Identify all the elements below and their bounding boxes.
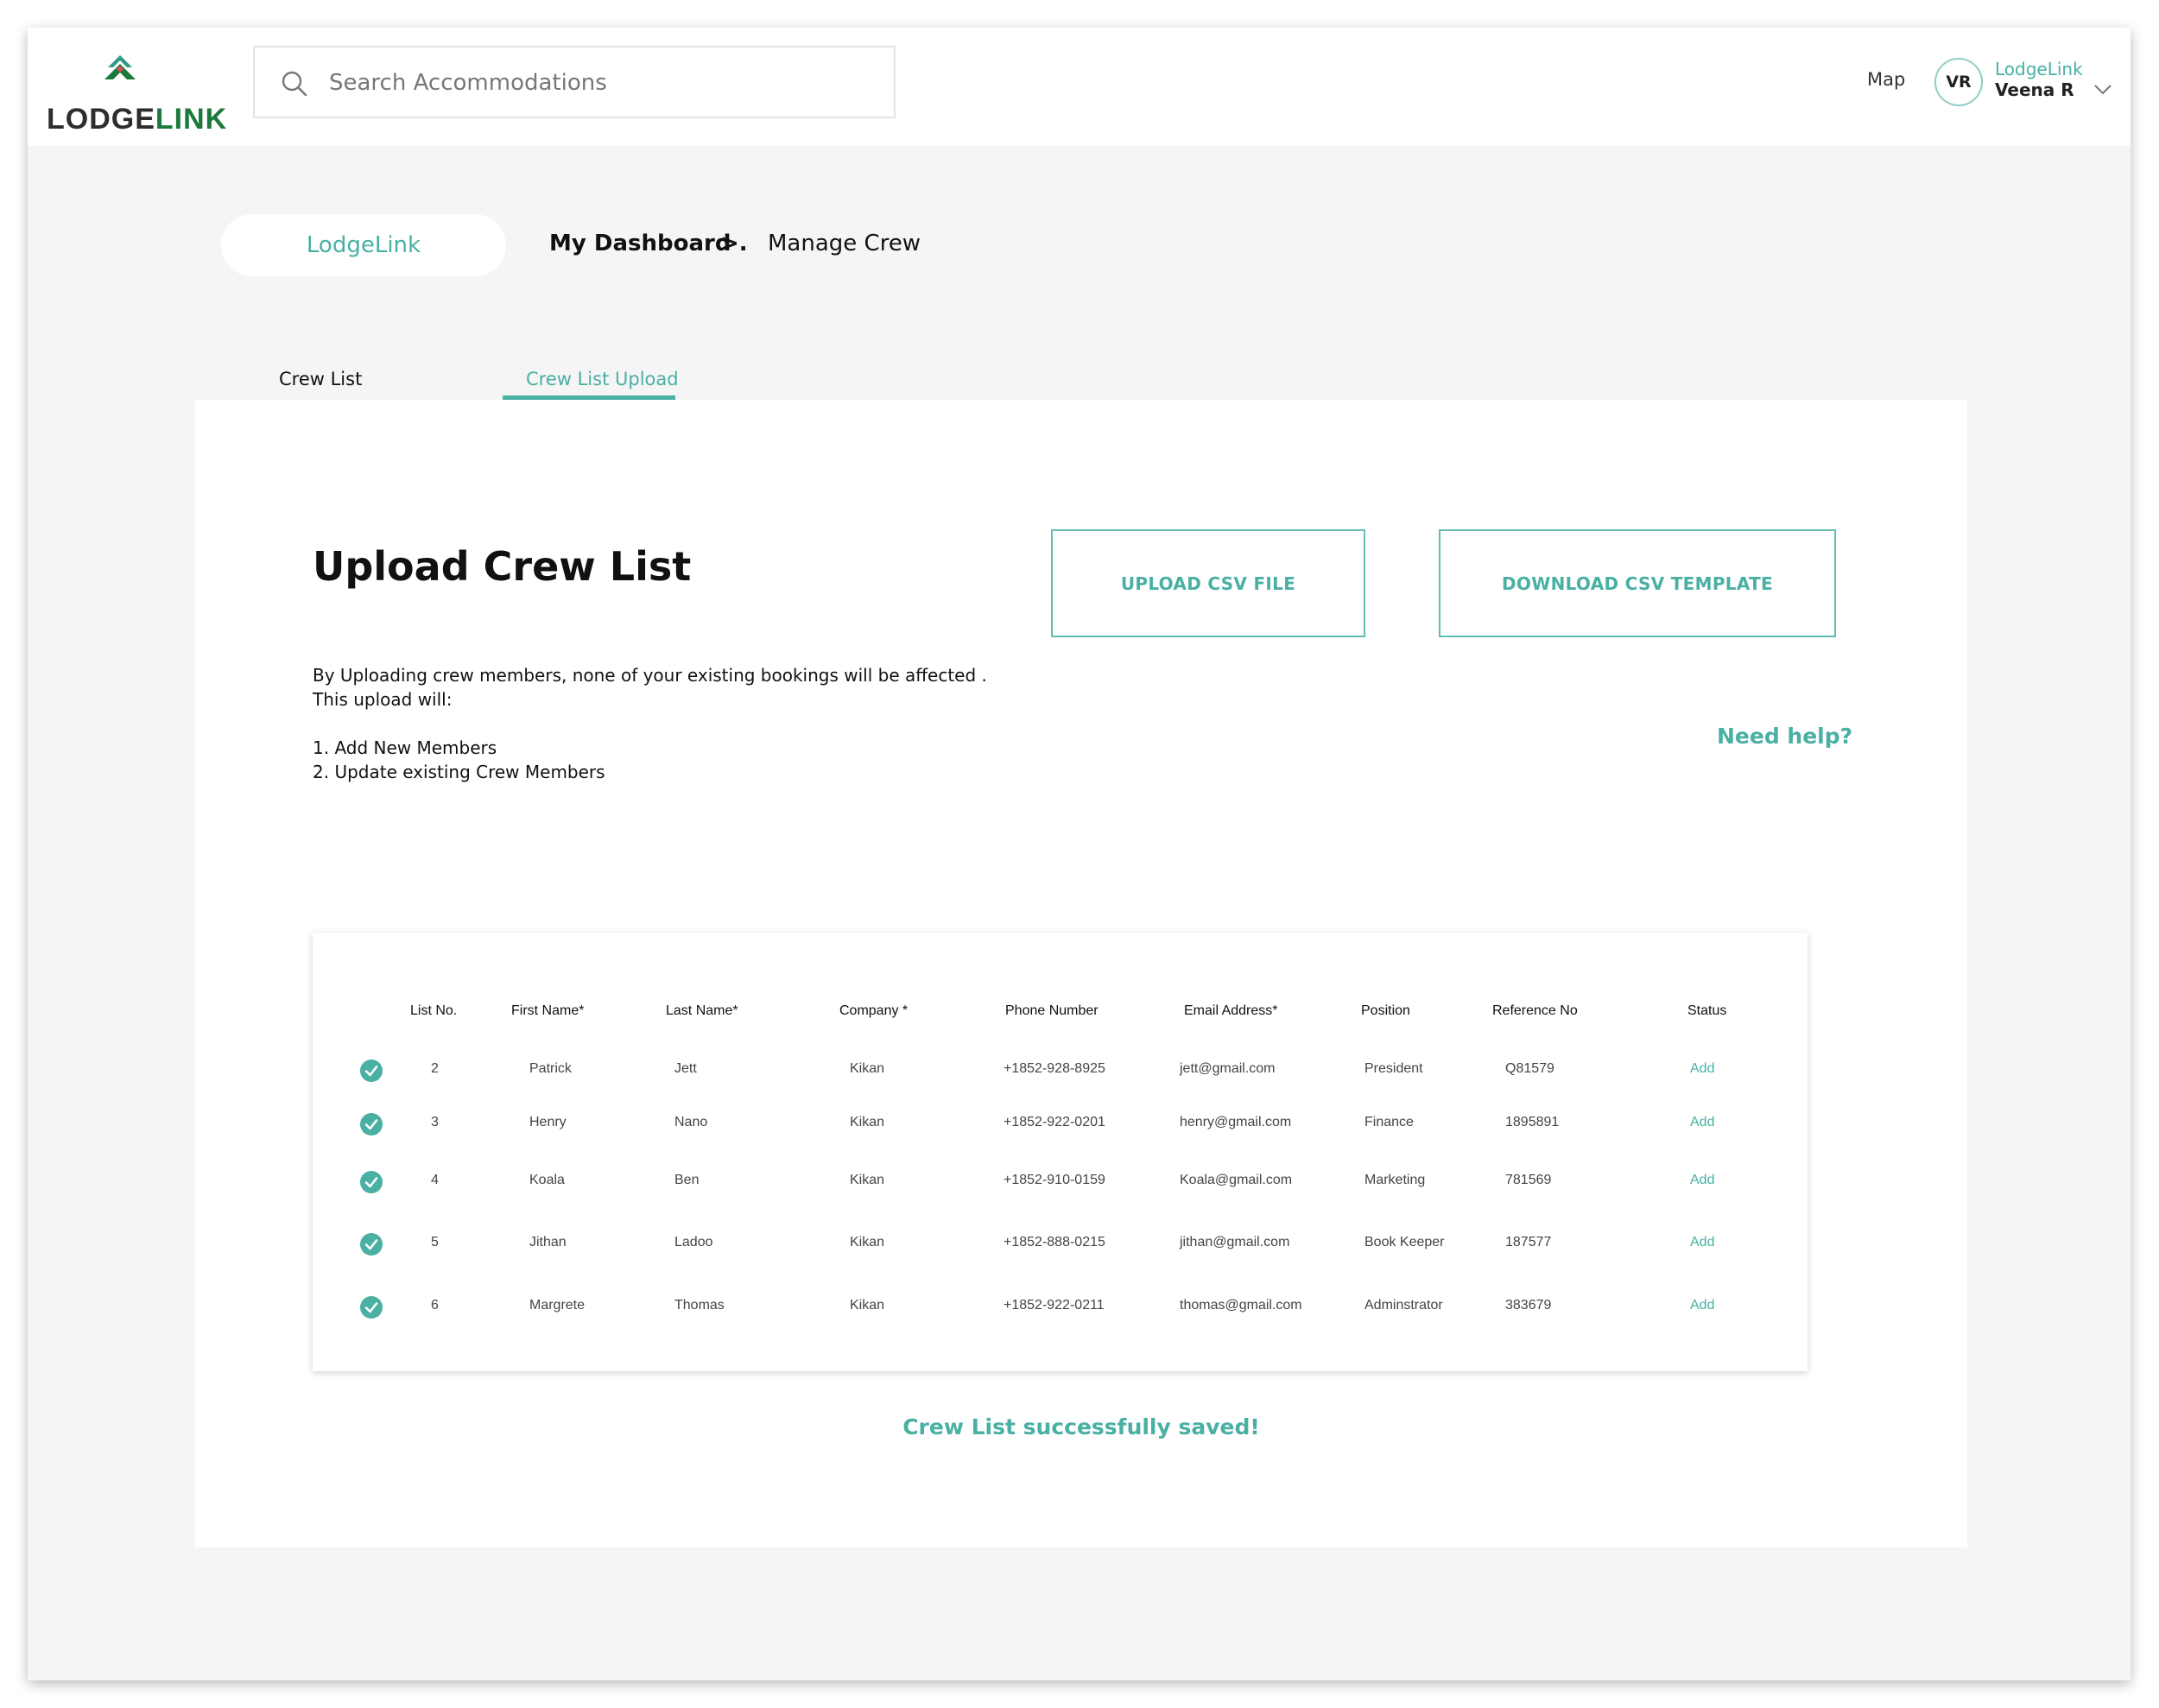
- table-header-col-company: Company *: [839, 1003, 909, 1018]
- cell-company: Kikan: [850, 1235, 885, 1249]
- cell-list-no: 2: [431, 1061, 439, 1076]
- cell-list-no: 4: [431, 1173, 439, 1187]
- cell-position: President: [1364, 1061, 1423, 1076]
- crew-table: List No. First Name* Last Name* Company * Ph…: [313, 933, 1808, 1371]
- upload-panel: Upload Crew List By Uploading crew membe…: [195, 400, 1967, 1547]
- user-name[interactable]: Veena R: [1995, 79, 2074, 100]
- cell-reference: 383679: [1505, 1298, 1552, 1313]
- cell-email: jithan@gmail.com: [1180, 1235, 1290, 1249]
- page-title: Upload Crew List: [313, 543, 692, 590]
- upload-description: By Uploading crew members, none of your …: [313, 665, 987, 686]
- lodgelink-logo[interactable]: LODGELINK: [47, 55, 226, 142]
- cell-list-no: 5: [431, 1235, 439, 1249]
- cell-company: Kikan: [850, 1298, 885, 1313]
- cell-reference: 781569: [1505, 1173, 1552, 1187]
- cell-company: Kikan: [850, 1061, 885, 1076]
- download-csv-template-button[interactable]: DOWNLOAD CSV TEMPLATE: [1439, 529, 1836, 637]
- table-header-col-list-no: List No.: [410, 1003, 458, 1018]
- cell-phone: +1852-888-0215: [1004, 1235, 1105, 1249]
- cell-phone: +1852-928-8925: [1004, 1061, 1105, 1076]
- cell-first-name: Patrick: [529, 1061, 572, 1076]
- cell-last-name: Nano: [674, 1115, 708, 1129]
- avatar[interactable]: VR: [1934, 58, 1983, 106]
- check-circle-icon[interactable]: [359, 1232, 383, 1256]
- cell-company: Kikan: [850, 1115, 885, 1129]
- cell-first-name: Henry: [529, 1115, 567, 1129]
- cell-status[interactable]: Add: [1690, 1173, 1714, 1188]
- cell-list-no: 6: [431, 1298, 439, 1313]
- cell-reference: Q81579: [1505, 1061, 1554, 1076]
- top-bar: LODGELINK Map VR LodgeLink Veena R: [28, 28, 2131, 146]
- user-org: LodgeLink: [1995, 59, 2083, 79]
- cell-phone: +1852-922-0211: [1004, 1298, 1105, 1313]
- cell-email: henry@gmail.com: [1180, 1115, 1292, 1129]
- table-header-col-position: Position: [1361, 1003, 1410, 1018]
- table-header-col-first-name: First Name*: [511, 1003, 585, 1018]
- logo-word-lodge: LODGE: [47, 103, 155, 136]
- cell-position: Adminstrator: [1364, 1298, 1443, 1313]
- search-icon: [282, 71, 307, 97]
- breadcrumb-separator: >.: [720, 231, 748, 256]
- table-header-col-status: Status: [1687, 1003, 1727, 1018]
- breadcrumb-current: Manage Crew: [768, 231, 921, 256]
- upload-csv-button[interactable]: UPLOAD CSV FILE: [1051, 529, 1365, 637]
- table-header-col-phone: Phone Number: [1005, 1003, 1098, 1018]
- table-header-col-last-name: Last Name*: [666, 1003, 738, 1018]
- cell-status[interactable]: Add: [1690, 1115, 1714, 1130]
- app-frame: LODGELINK Map VR LodgeLink Veena R Lodge…: [28, 28, 2131, 1680]
- cell-list-no: 3: [431, 1115, 439, 1129]
- cell-position: Marketing: [1364, 1173, 1426, 1187]
- logo-wordmark: LODGELINK: [47, 103, 227, 136]
- check-circle-icon[interactable]: [359, 1295, 383, 1319]
- lodgelink-logo-icon: [104, 55, 136, 79]
- cell-company: Kikan: [850, 1173, 885, 1187]
- cell-status[interactable]: Add: [1690, 1061, 1714, 1077]
- upload-description-2: This upload will:: [313, 689, 453, 710]
- tab-crew-list[interactable]: Crew List: [279, 369, 362, 389]
- need-help-link[interactable]: Need help?: [1717, 724, 1852, 749]
- cell-last-name: Ladoo: [674, 1235, 713, 1249]
- cell-email: jett@gmail.com: [1180, 1061, 1276, 1076]
- map-link[interactable]: Map: [1867, 69, 1905, 90]
- cell-position: Finance: [1364, 1115, 1414, 1129]
- cell-email: Koala@gmail.com: [1180, 1173, 1293, 1187]
- upload-list-item: 1. Add New Members: [313, 737, 497, 758]
- cell-reference: 1895891: [1505, 1115, 1560, 1129]
- cell-last-name: Ben: [674, 1173, 700, 1187]
- cell-position: Book Keeper: [1364, 1235, 1445, 1249]
- cell-first-name: Koala: [529, 1173, 565, 1187]
- cell-phone: +1852-910-0159: [1004, 1173, 1105, 1187]
- breadcrumb-dashboard[interactable]: My Dashboard: [549, 231, 731, 256]
- tab-crew-list-upload[interactable]: Crew List Upload: [526, 369, 679, 389]
- table-header-col-email: Email Address*: [1184, 1003, 1278, 1018]
- check-circle-icon[interactable]: [359, 1059, 383, 1083]
- check-circle-icon[interactable]: [359, 1170, 383, 1194]
- check-circle-icon[interactable]: [359, 1112, 383, 1136]
- cell-last-name: Jett: [674, 1061, 697, 1076]
- success-message: Crew List successfully saved!: [902, 1414, 1260, 1439]
- cell-status[interactable]: Add: [1690, 1298, 1714, 1313]
- cell-status[interactable]: Add: [1690, 1235, 1714, 1250]
- cell-email: thomas@gmail.com: [1180, 1298, 1302, 1313]
- table-header-col-reference: Reference No: [1492, 1003, 1578, 1018]
- cell-reference: 187577: [1505, 1235, 1552, 1249]
- breadcrumb-home-pill[interactable]: LodgeLink: [221, 214, 506, 276]
- cell-phone: +1852-922-0201: [1004, 1115, 1105, 1129]
- search-input[interactable]: [327, 61, 849, 104]
- chevron-down-icon[interactable]: [2093, 84, 2112, 96]
- upload-list-item: 2. Update existing Crew Members: [313, 762, 605, 782]
- cell-first-name: Jithan: [529, 1235, 567, 1249]
- cell-last-name: Thomas: [674, 1298, 725, 1313]
- cell-first-name: Margrete: [529, 1298, 586, 1313]
- logo-word-link: LINK: [155, 103, 228, 136]
- search-box[interactable]: [253, 46, 896, 118]
